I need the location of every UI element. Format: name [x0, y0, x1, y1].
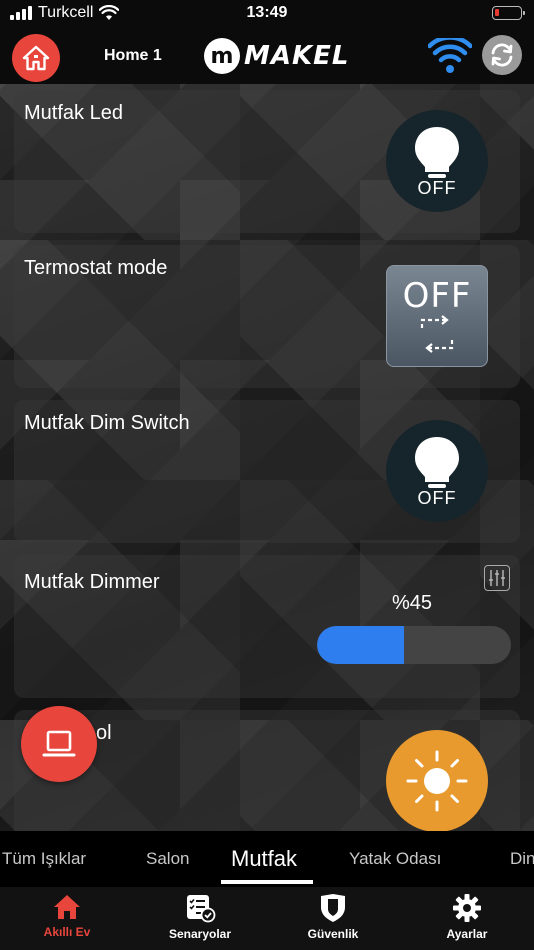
thermostat-mode-button[interactable]: OFF — [386, 265, 488, 367]
tab-din[interactable]: Din — [510, 849, 534, 869]
tab-tum-isiklar[interactable]: Tüm Işıklar — [2, 849, 86, 869]
sun-scene-button[interactable] — [386, 730, 488, 831]
device-title: Termostat mode — [24, 257, 168, 279]
active-tab-indicator — [221, 880, 313, 884]
tab-salon[interactable]: Salon — [146, 849, 189, 869]
light-toggle-button[interactable]: OFF — [386, 420, 488, 522]
logo-mark: m — [204, 38, 240, 74]
nav-ayarlar[interactable]: Ayarlar — [412, 893, 522, 941]
dimmer-settings-icon[interactable] — [484, 565, 510, 591]
refresh-icon — [491, 43, 513, 67]
tab-yatak-odasi[interactable]: Yatak Odası — [349, 849, 441, 869]
gear-icon — [453, 894, 481, 922]
light-state-label: OFF — [417, 487, 457, 508]
sliders-icon — [489, 570, 505, 586]
device-card: Mutfak Dimmer %45 — [14, 555, 520, 698]
nav-senaryolar[interactable]: Senaryolar — [145, 893, 255, 941]
status-bar: Turkcell 13:49 — [0, 0, 534, 28]
device-card: Termostat mode OFF — [14, 245, 520, 388]
light-state-label: OFF — [417, 177, 457, 198]
floating-device-button[interactable] — [21, 706, 97, 782]
status-time: 13:49 — [246, 4, 288, 21]
room-tabs: Tüm Işıklar Salon Mutfak Yatak Odası Din — [0, 831, 534, 887]
device-card: Mutfak Led OFF — [14, 90, 520, 233]
home-selector[interactable]: Home 1 — [104, 47, 162, 65]
app-header: Home 1 m MAKEL — [0, 28, 534, 84]
dimmer-slider-fill — [317, 626, 405, 664]
device-title: Mutfak Dimmer — [24, 571, 160, 593]
home-button[interactable] — [12, 34, 60, 82]
thermostat-state-label: OFF — [402, 276, 472, 316]
home-icon — [54, 895, 80, 919]
dimmer-value: %45 — [392, 592, 433, 614]
house-icon — [22, 45, 50, 71]
tab-mutfak[interactable]: Mutfak — [231, 846, 297, 872]
refresh-button[interactable] — [482, 35, 522, 75]
scenario-checklist-icon — [187, 895, 216, 923]
lightbulb-icon — [415, 126, 459, 178]
nav-label: Akıllı Ev — [43, 925, 91, 939]
bottom-navigation: Akıllı Ev Senaryolar Güvenlik Ayarlar — [0, 887, 534, 950]
nav-guvenlik[interactable]: Güvenlik — [278, 893, 388, 941]
device-title: Mutfak Led — [24, 102, 123, 124]
laptop-icon — [42, 730, 76, 757]
device-title: Mutfak Dim Switch — [24, 412, 190, 434]
lightbulb-icon — [415, 436, 459, 488]
nav-label: Ayarlar — [446, 927, 488, 941]
sun-icon — [406, 750, 468, 812]
nav-label: Senaryolar — [168, 927, 232, 941]
wifi-icon — [427, 35, 473, 73]
nav-label: Güvenlik — [307, 927, 359, 941]
nav-akilli-ev[interactable]: Akıllı Ev — [12, 893, 122, 939]
logo-text: MAKEL — [244, 41, 350, 71]
dimmer-slider[interactable] — [317, 626, 511, 664]
device-card: Mutfak Dim Switch OFF — [14, 400, 520, 543]
makel-logo: m MAKEL — [204, 38, 349, 74]
wifi-button[interactable] — [427, 35, 473, 74]
device-title: ol — [96, 722, 112, 744]
shield-icon — [321, 894, 345, 922]
light-toggle-button[interactable]: OFF — [386, 110, 488, 212]
battery-icon — [492, 6, 525, 20]
cycle-arrows-icon — [420, 315, 454, 353]
